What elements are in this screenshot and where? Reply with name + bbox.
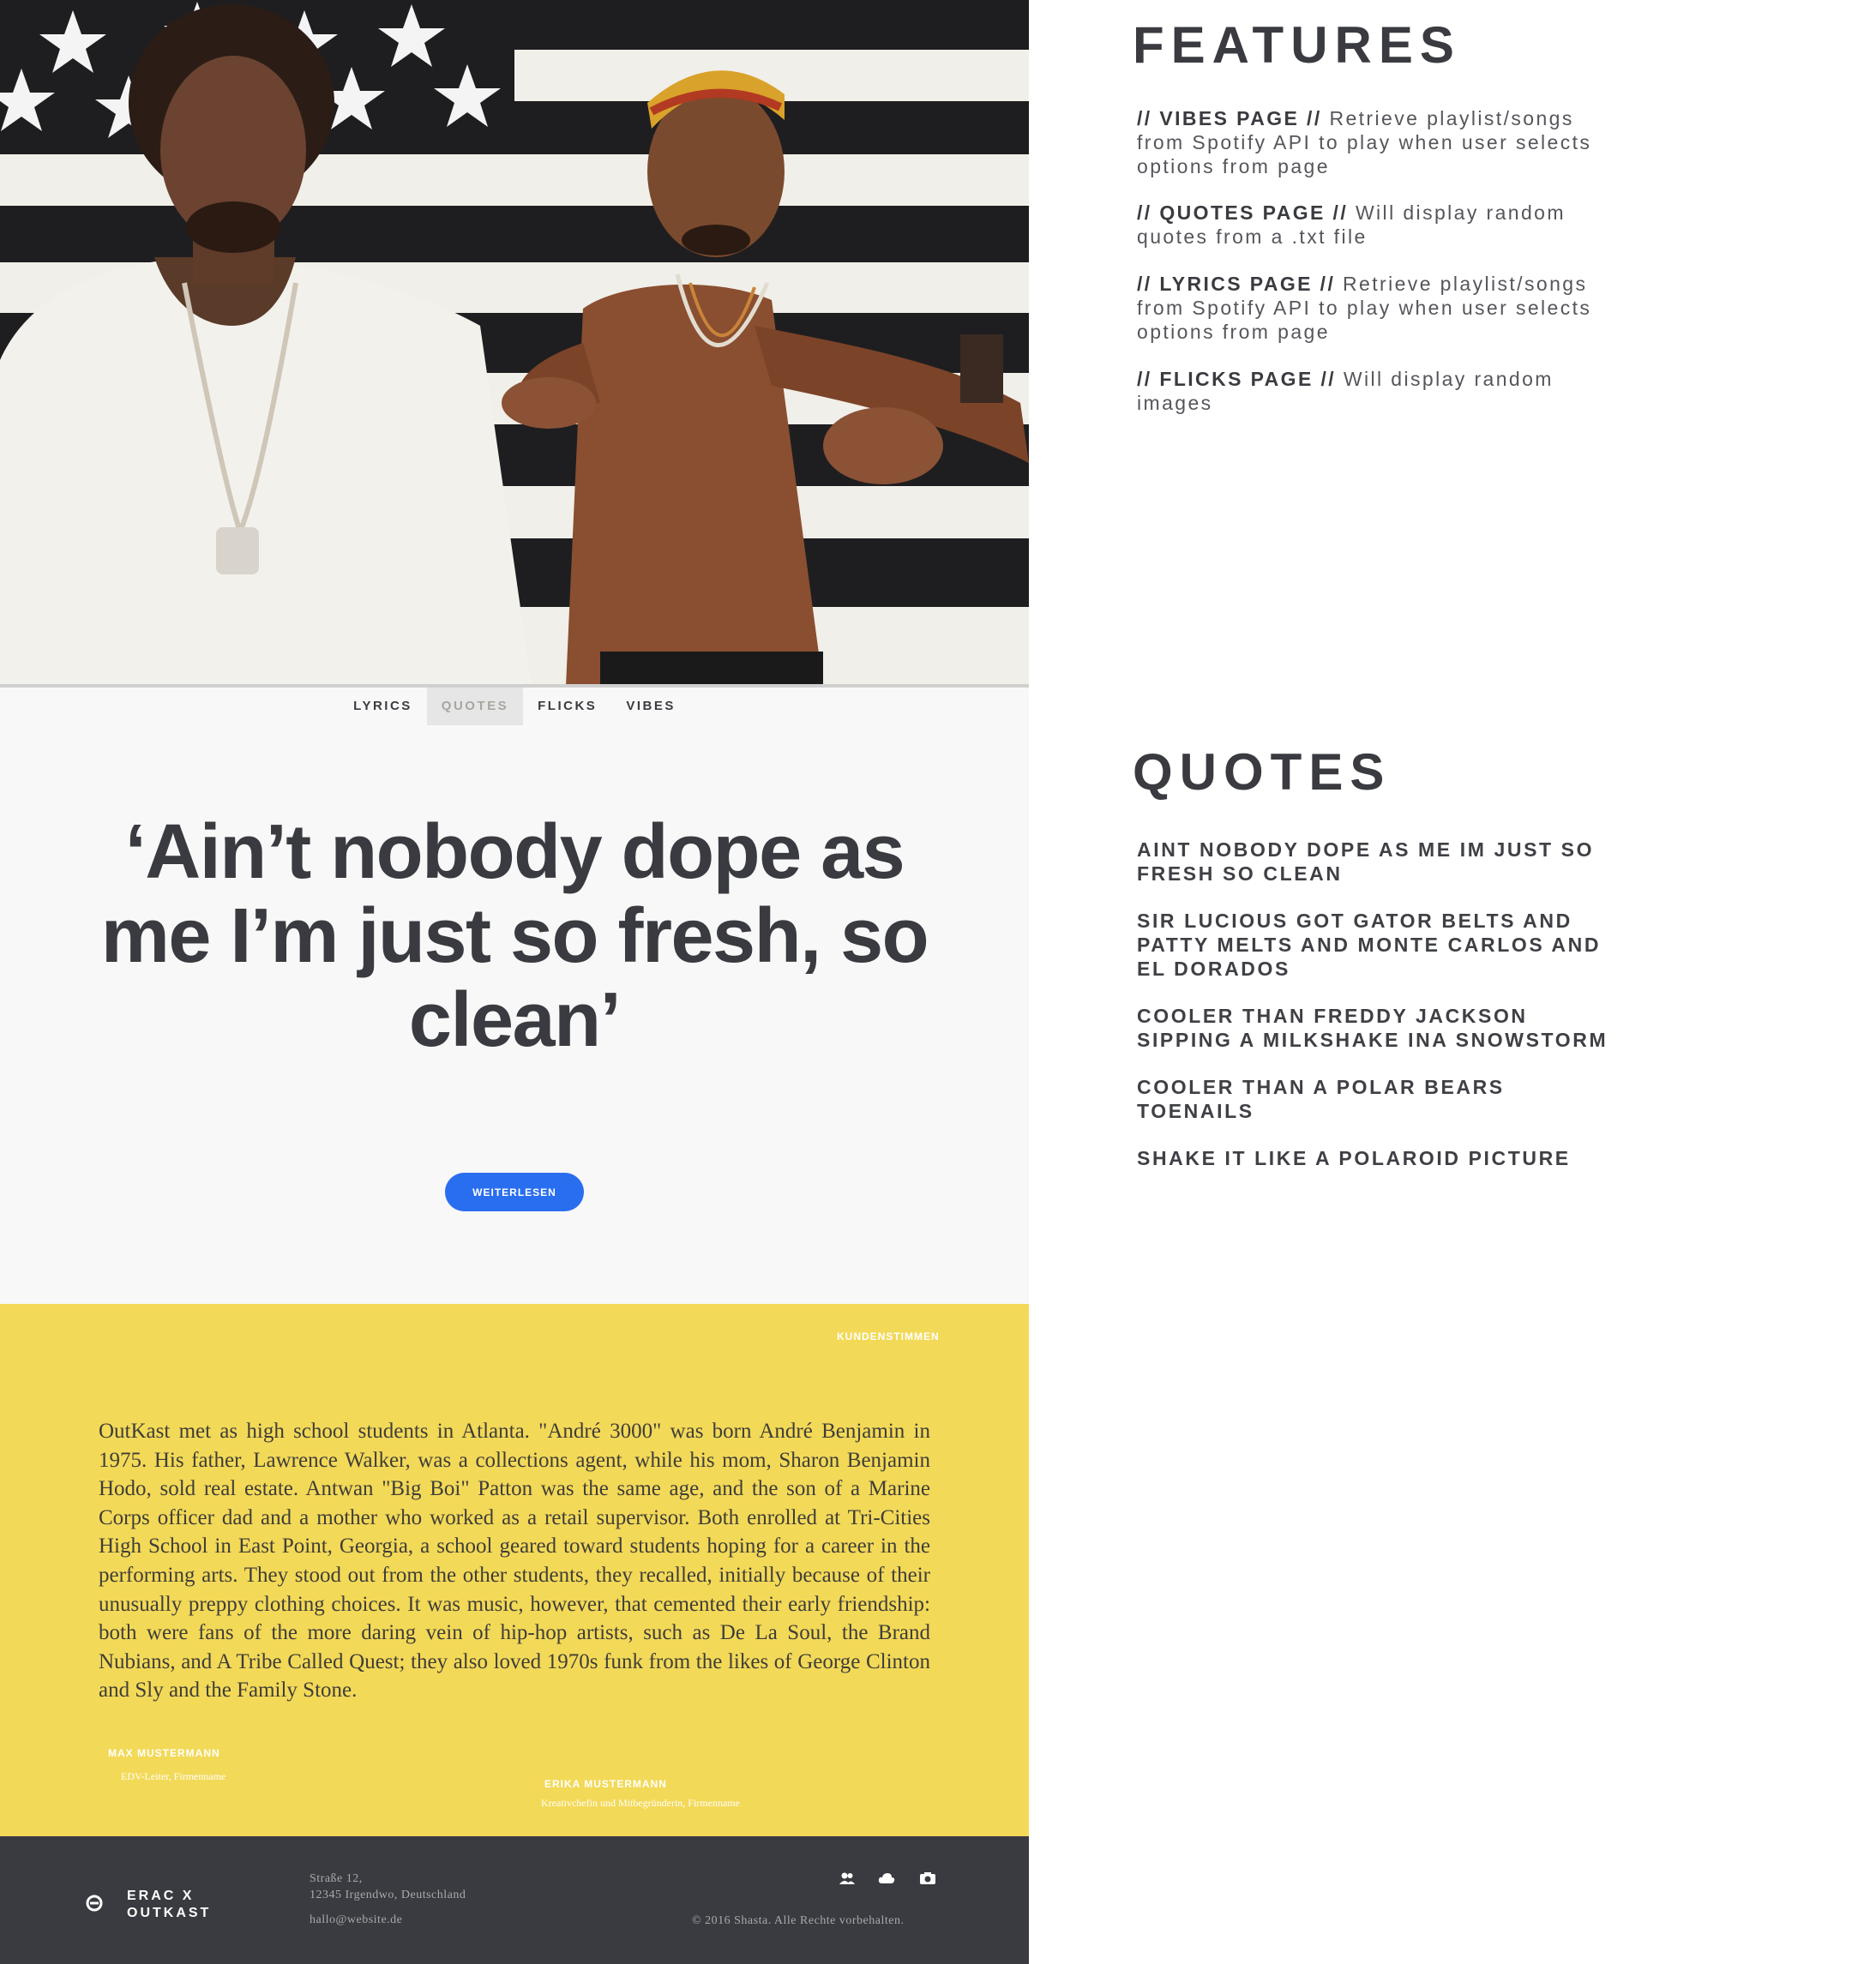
feature-vibes: // VIBES PAGE // Retrieve playlist/songs… xyxy=(1137,106,1617,178)
person-role-erika: Kreativchefin und Mitbegründerin, Firmen… xyxy=(541,1797,740,1809)
quotes-heading: QUOTES xyxy=(1133,743,1392,801)
nav-item-vibes[interactable]: VIBES xyxy=(611,688,690,725)
feature-quotes-title: // QUOTES PAGE // xyxy=(1137,201,1349,224)
feature-quotes: // QUOTES PAGE // Will display random qu… xyxy=(1137,201,1617,249)
bio-text: OutKast met as high school students in A… xyxy=(99,1420,930,1703)
footer-email[interactable]: hallo@website.de xyxy=(310,1912,402,1928)
features-heading: FEATURES xyxy=(1133,16,1461,74)
person-name-max: MAX MUSTERMANN xyxy=(108,1747,220,1759)
nav-item-quotes[interactable]: QUOTES xyxy=(426,688,524,725)
brand-logo-icon[interactable] xyxy=(86,1895,103,1912)
nav-item-flicks[interactable]: FLICKS xyxy=(523,688,611,725)
quote-list-item[interactable]: COOLER THAN A POLAR BEARS TOENAILS xyxy=(1137,1075,1617,1123)
footer: ERAC X OUTKAST Straße 12, 12345 Irgendwo… xyxy=(0,1836,1029,1964)
feature-lyrics: // LYRICS PAGE // Retrieve playlist/song… xyxy=(1137,272,1617,344)
testimonial-label: KUNDENSTIMMEN xyxy=(837,1330,940,1342)
quote-list-item[interactable]: SHAKE IT LIKE A POLAROID PICTURE xyxy=(1137,1146,1617,1170)
hero-photo xyxy=(0,0,1029,686)
feature-flicks: // FLICKS PAGE // Will display random im… xyxy=(1137,367,1617,415)
main-nav: LYRICS QUOTES FLICKS VIBES xyxy=(0,688,1029,725)
cloud-icon[interactable] xyxy=(878,1871,895,1886)
quote-list-item[interactable]: AINT NOBODY DOPE AS ME IM JUST SO FRESH … xyxy=(1137,838,1617,886)
featured-quote: ‘Ain’t nobody dope as me I’m just so fre… xyxy=(100,809,929,1063)
footer-address-line2: 12345 Irgendwo, Deutschland xyxy=(310,1889,466,1901)
camera-icon[interactable] xyxy=(919,1871,936,1886)
quote-list-item[interactable]: SIR LUCIOUS GOT GATOR BELTS AND PATTY ME… xyxy=(1137,909,1617,981)
footer-copyright: © 2016 Shasta. Alle Rechte vorbehalten. xyxy=(692,1914,905,1927)
nav-item-lyrics[interactable]: LYRICS xyxy=(339,688,427,725)
feature-flicks-title: // FLICKS PAGE // xyxy=(1137,368,1337,390)
people-icon[interactable] xyxy=(839,1871,856,1886)
person-role-max: EDV-Leiter, Firmenname xyxy=(121,1770,226,1782)
quote-list-item[interactable]: COOLER THAN FREDDY JACKSON SIPPING A MIL… xyxy=(1137,1004,1617,1052)
person-name-erika: ERIKA MUSTERMANN xyxy=(544,1778,667,1790)
quote-section: LYRICS QUOTES FLICKS VIBES ‘Ain’t nobody… xyxy=(0,688,1029,1304)
footer-address-line1: Straße 12, xyxy=(310,1872,363,1885)
read-more-button[interactable]: WEITERLESEN xyxy=(445,1173,584,1211)
feature-vibes-title: // VIBES PAGE // xyxy=(1137,107,1322,129)
feature-lyrics-title: // LYRICS PAGE // xyxy=(1137,273,1336,295)
testimonial-section: KUNDENSTIMMEN OutKast met as high school… xyxy=(0,1304,1029,1836)
footer-brand-line1: ERAC X xyxy=(127,1889,195,1903)
footer-brand[interactable]: ERAC X OUTKAST xyxy=(127,1888,211,1922)
footer-address: Straße 12, 12345 Irgendwo, Deutschland xyxy=(310,1871,466,1903)
footer-brand-line2: OUTKAST xyxy=(127,1906,212,1920)
